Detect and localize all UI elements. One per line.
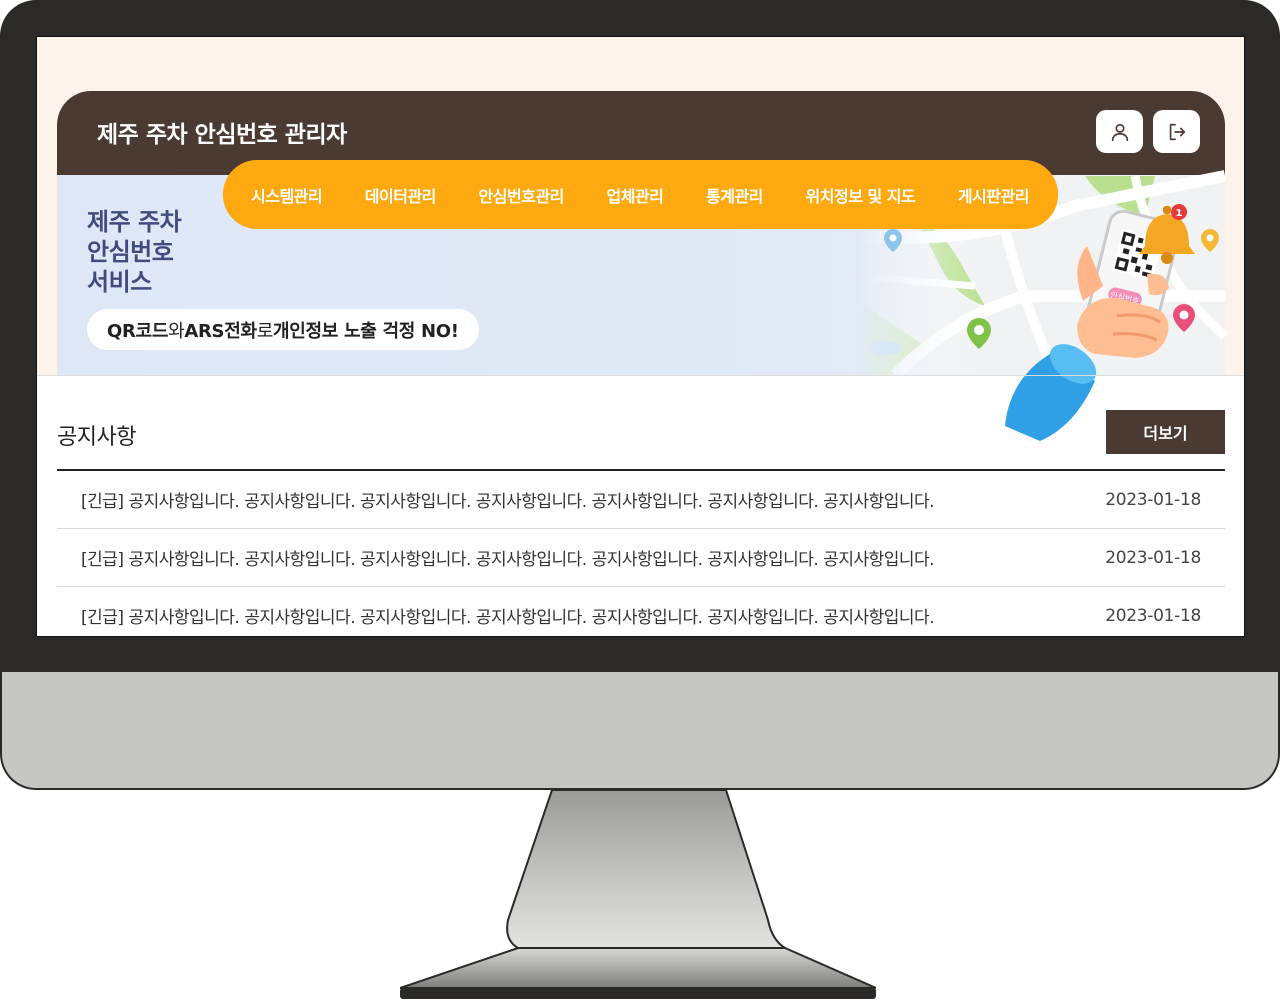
notice-text[interactable]: [긴급] 공지사항입니다. 공지사항입니다. 공지사항입니다. 공지사항입니다.… [81,545,961,570]
bell-badge: 1 [1176,208,1183,219]
section-divider [37,375,1244,376]
notice-text[interactable]: [긴급] 공지사항입니다. 공지사항입니다. 공지사항입니다. 공지사항입니다.… [81,487,961,512]
banner-title-line: 안심번호 [87,238,174,266]
nav-item-location-map[interactable]: 위치정보 및 지도 [806,183,916,207]
notice-list: [긴급] 공지사항입니다. 공지사항입니다. 공지사항입니다. 공지사항입니다.… [57,469,1225,636]
monitor-stand [400,790,876,999]
nav-item-company[interactable]: 업체관리 [606,183,663,207]
banner-title: 제주 주차 안심번호 서비스 [87,207,182,297]
nav-item-data[interactable]: 데이터관리 [365,183,437,207]
notice-date: 2023-01-18 [1105,605,1201,626]
notice-date: 2023-01-18 [1105,489,1201,510]
logout-button[interactable] [1153,110,1200,153]
tagline-connector: 와 [168,320,185,342]
user-icon [1111,123,1128,141]
notice-row[interactable]: [긴급] 공지사항입니다. 공지사항입니다. 공지사항입니다. 공지사항입니다.… [57,587,1225,636]
banner-title-line: 서비스 [87,268,152,296]
nav-item-safe-number[interactable]: 안심번호관리 [479,183,565,207]
tagline-connector: 로 [256,320,274,342]
notice-row[interactable]: [긴급] 공지사항입니다. 공지사항입니다. 공지사항입니다. 공지사항입니다.… [57,471,1225,529]
header-title: 제주 주차 안심번호 관리자 [97,122,347,148]
main-nav: 시스템관리 데이터관리 안심번호관리 업체관리 통계관리 위치정보 및 지도 게… [223,160,1058,229]
tagline-qr: QR코드 [107,320,169,342]
screen: 제주 주차 안심번호 관리자 제주 주차 안심번호 서비스 QR코드 와 ARS전… [36,36,1245,637]
tagline-privacy: 개인정보 노출 걱정 NO! [273,320,459,342]
banner-title-line: 제주 주차 [87,208,182,236]
nav-item-board[interactable]: 게시판관리 [958,183,1030,207]
notice-row[interactable]: [긴급] 공지사항입니다. 공지사항입니다. 공지사항입니다. 공지사항입니다.… [57,529,1225,587]
notice-section-title: 공지사항 [57,425,136,450]
notice-date: 2023-01-18 [1105,547,1201,568]
notice-text[interactable]: [긴급] 공지사항입니다. 공지사항입니다. 공지사항입니다. 공지사항입니다.… [81,603,961,628]
nav-item-statistics[interactable]: 통계관리 [706,183,763,207]
monitor-chin [0,672,1280,790]
nav-item-system[interactable]: 시스템관리 [251,183,323,207]
more-button[interactable]: 더보기 [1106,410,1225,454]
logout-icon [1169,123,1185,140]
profile-button[interactable] [1096,110,1143,153]
banner-tagline: QR코드 와 ARS전화 로 개인정보 노출 걱정 NO! [87,309,479,350]
tagline-ars: ARS전화 [184,320,257,342]
